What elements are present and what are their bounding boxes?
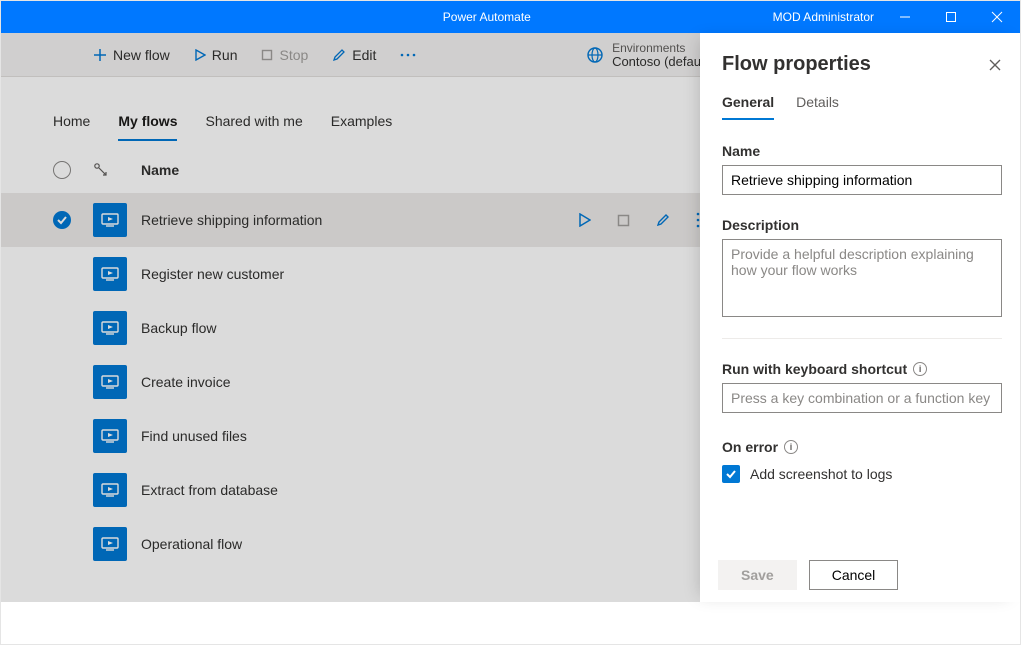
info-icon[interactable]: i xyxy=(784,440,798,454)
window-maximize-button[interactable] xyxy=(928,1,974,33)
add-screenshot-label: Add screenshot to logs xyxy=(750,466,892,482)
panel-divider xyxy=(722,338,1002,339)
description-field-label: Description xyxy=(722,217,1002,233)
window-close-button[interactable] xyxy=(974,1,1020,33)
panel-title: Flow properties xyxy=(722,53,871,76)
cancel-button[interactable]: Cancel xyxy=(809,560,899,590)
panel-tab-details[interactable]: Details xyxy=(796,94,839,120)
current-user-label: MOD Administrator xyxy=(773,10,874,24)
title-bar: Power Automate MOD Administrator xyxy=(1,1,1020,33)
name-field[interactable] xyxy=(722,165,1002,195)
flow-properties-panel: Flow properties General Details Name Des… xyxy=(700,33,1020,602)
add-screenshot-checkbox[interactable] xyxy=(722,465,740,483)
onerror-label: On error xyxy=(722,439,778,455)
shortcut-field-label: Run with keyboard shortcut xyxy=(722,361,907,377)
name-field-label: Name xyxy=(722,143,1002,159)
panel-close-button[interactable] xyxy=(988,58,1002,72)
shortcut-field[interactable] xyxy=(722,383,1002,413)
save-button[interactable]: Save xyxy=(718,560,797,590)
panel-tab-general[interactable]: General xyxy=(722,94,774,120)
app-title: Power Automate xyxy=(201,10,773,24)
info-icon[interactable]: i xyxy=(913,362,927,376)
description-field[interactable] xyxy=(722,239,1002,317)
window-minimize-button[interactable] xyxy=(882,1,928,33)
